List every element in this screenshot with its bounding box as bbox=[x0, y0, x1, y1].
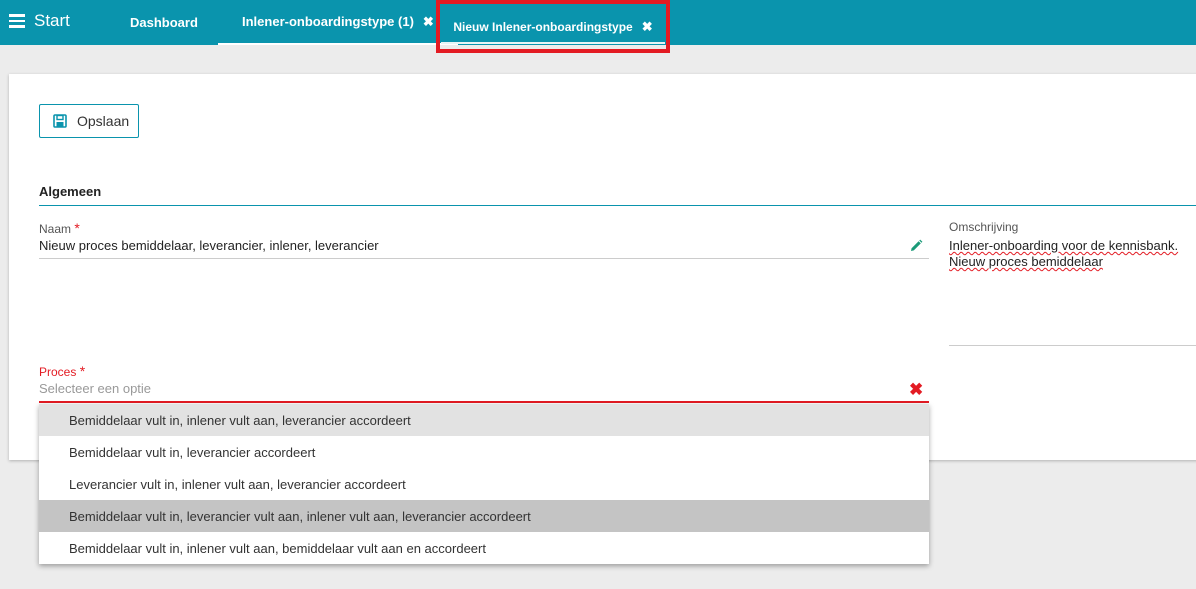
tab-nieuw-inlener-onboardingstype[interactable]: Nieuw Inlener-onboardingstype ✖ bbox=[436, 0, 670, 53]
tab-inlener-onboardingstype-label: Inlener-onboardingstype (1) bbox=[242, 14, 414, 29]
proces-dropdown-list: Bemiddelaar vult in, inlener vult aan, l… bbox=[39, 404, 929, 564]
proces-label-text: Proces bbox=[39, 365, 77, 379]
naam-underline bbox=[39, 258, 929, 259]
edit-pencil-icon[interactable] bbox=[909, 239, 923, 253]
dropdown-option[interactable]: Bemiddelaar vult in, inlener vult aan, b… bbox=[39, 532, 929, 564]
top-navigation-bar: Start Dashboard Inlener-onboardingstype … bbox=[0, 0, 1196, 53]
naam-label: Naam * bbox=[39, 220, 80, 236]
hamburger-menu-icon[interactable] bbox=[9, 14, 25, 28]
save-button-label: Opslaan bbox=[77, 113, 130, 129]
naam-field[interactable]: Nieuw proces bemiddelaar, leverancier, i… bbox=[39, 238, 379, 253]
naam-label-text: Naam bbox=[39, 222, 72, 236]
tab-nieuw-inlener-onboardingstype-label: Nieuw Inlener-onboardingstype bbox=[453, 20, 633, 34]
tab-dashboard-label: Dashboard bbox=[130, 15, 198, 30]
section-divider bbox=[39, 205, 1196, 206]
required-marker: * bbox=[74, 220, 80, 236]
clear-icon[interactable]: ✖ bbox=[909, 380, 923, 400]
omschrijving-line-2: Nieuw proces bemiddelaar bbox=[949, 254, 1103, 269]
dropdown-option[interactable]: Bemiddelaar vult in, leverancier accorde… bbox=[39, 436, 929, 468]
close-icon[interactable]: ✖ bbox=[642, 19, 653, 35]
tab-dashboard[interactable]: Dashboard bbox=[130, 0, 198, 45]
section-title: Algemeen bbox=[39, 184, 102, 199]
dropdown-option[interactable]: Bemiddelaar vult in, inlener vult aan, l… bbox=[39, 404, 929, 436]
omschrijving-field[interactable]: Inlener-onboarding voor de kennisbank. N… bbox=[949, 238, 1196, 270]
omschrijving-underline bbox=[949, 345, 1196, 346]
tab-inlener-onboardingstype[interactable]: Inlener-onboardingstype (1) ✖ bbox=[218, 0, 458, 45]
start-menu-button[interactable]: Start bbox=[9, 11, 70, 31]
proces-select[interactable]: Selecteer een optie bbox=[39, 381, 151, 396]
dropdown-option[interactable]: Bemiddelaar vult in, leverancier vult aa… bbox=[39, 500, 929, 532]
required-marker: * bbox=[79, 363, 86, 379]
dropdown-option[interactable]: Leverancier vult in, inlener vult aan, l… bbox=[39, 468, 929, 500]
floppy-disk-icon bbox=[53, 114, 67, 128]
omschrijving-line-1: Inlener-onboarding voor de kennisbank. bbox=[949, 238, 1179, 253]
omschrijving-label: Omschrijving bbox=[949, 220, 1019, 234]
proces-label: Proces * bbox=[39, 363, 85, 379]
form-card: Opslaan Algemeen Naam * Nieuw proces bem… bbox=[9, 74, 1196, 460]
save-button[interactable]: Opslaan bbox=[39, 104, 139, 138]
proces-underline bbox=[39, 401, 929, 403]
start-label: Start bbox=[34, 11, 70, 30]
close-icon[interactable]: ✖ bbox=[423, 14, 434, 30]
